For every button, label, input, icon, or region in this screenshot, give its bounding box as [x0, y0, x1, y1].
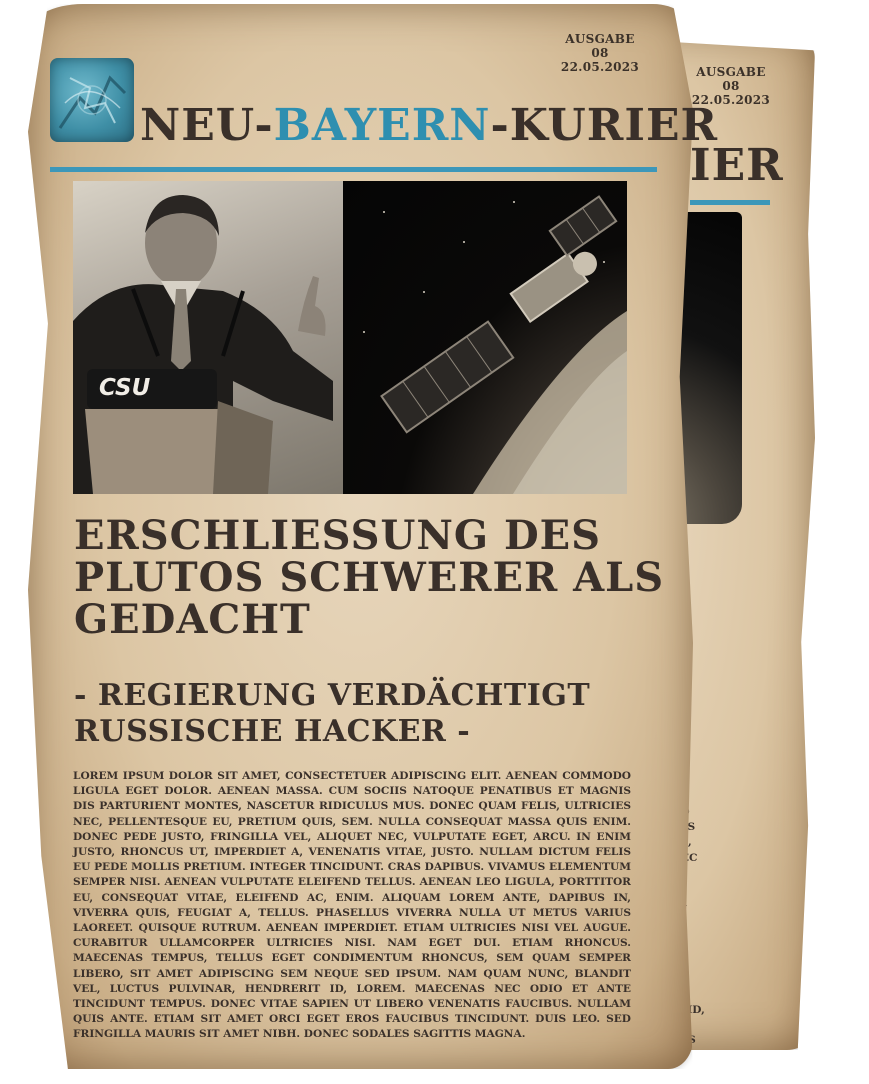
- star: [423, 291, 425, 293]
- back-masthead-rule: [690, 200, 770, 205]
- star: [603, 261, 605, 263]
- masthead-rule: [50, 167, 657, 172]
- issue-info: AUSGABE 08 22.05.2023: [555, 32, 645, 74]
- masthead-suffix: -KURIER: [490, 100, 719, 151]
- masthead-title: NEU-BAYERN-KURIER: [140, 98, 718, 154]
- issue-label: AUSGABE 08: [565, 32, 635, 60]
- satellite-photo: [343, 181, 627, 494]
- crest-icon: [58, 75, 127, 129]
- star: [363, 331, 365, 333]
- article-body: Lorem ipsum dolor sit amet, consectetuer…: [73, 770, 631, 1041]
- back-issue-label: AUSGABE 08: [696, 65, 766, 93]
- masthead-highlight: BAYERN: [273, 100, 491, 151]
- coat-of-arms-logo: [50, 58, 134, 142]
- cover-photo: CSU: [73, 181, 627, 494]
- headline: Erschliessung des Plutos schwerer als ge…: [74, 512, 665, 643]
- star: [463, 241, 465, 243]
- politician-photo: CSU: [73, 181, 343, 494]
- podium-label: CSU: [99, 375, 151, 401]
- subheadline: - Regierung verdächtigt Russische Hacker…: [74, 678, 591, 749]
- star: [513, 201, 515, 203]
- issue-date: 22.05.2023: [560, 60, 640, 74]
- star: [383, 211, 385, 213]
- masthead-prefix: NEU-: [140, 100, 274, 151]
